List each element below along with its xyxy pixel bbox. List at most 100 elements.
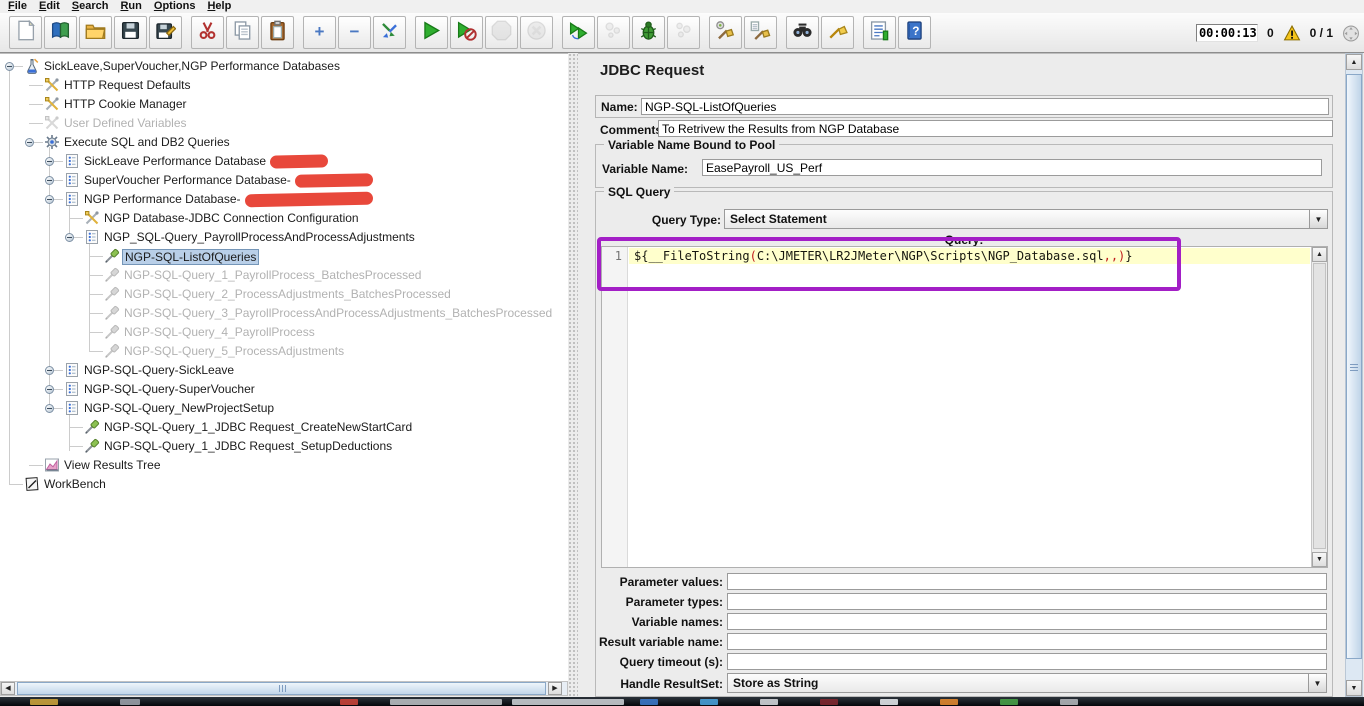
query-timeout-s-input[interactable] [727,653,1327,670]
variable-names-input[interactable] [727,613,1327,630]
variable-name-input[interactable] [702,159,1322,176]
taskbar-item[interactable] [1060,699,1078,705]
taskbar-item[interactable] [940,699,958,705]
scroll-down-icon[interactable]: ▼ [1346,680,1362,696]
taskbar-item[interactable] [390,699,502,705]
scroll-up-icon[interactable]: ▲ [1346,54,1362,70]
tree-item-view-results-tree[interactable]: View Results Tree [0,456,568,475]
function-helper-button[interactable] [863,16,896,49]
tree-item-ngp-sql-query-sickleave[interactable]: NGP-SQL-Query-SickLeave [0,361,568,380]
save-button[interactable] [114,16,147,49]
tree-item-ngp-database-jdbc-connection-configuration[interactable]: NGP Database-JDBC Connection Configurati… [0,209,568,228]
tree-collapse-handle[interactable] [65,233,74,242]
tree-collapse-handle[interactable] [45,385,54,394]
search-button[interactable] [786,16,819,49]
save-as-button[interactable] [149,16,182,49]
tree-item-sickleave-supervoucher-ngp-performance-databases[interactable]: SickLeave,SuperVoucher,NGP Performance D… [0,57,568,76]
taskbar-item[interactable] [340,699,358,705]
start-no-pauses-button[interactable] [450,16,483,49]
taskbar-item[interactable] [30,699,58,705]
menu-help[interactable]: Help [203,0,239,13]
chevron-down-icon[interactable]: ▼ [1308,674,1326,692]
tree-item-ngp-sql-query-1-jdbc-request-setupdeductions[interactable]: NGP-SQL-Query_1_JDBC Request_SetupDeduct… [0,437,568,456]
windows-taskbar[interactable] [0,697,1364,706]
cut-button[interactable] [191,16,224,49]
tree-item-ngp-sql-query-supervoucher[interactable]: NGP-SQL-Query-SuperVoucher [0,380,568,399]
help-button[interactable]: ? [898,16,931,49]
paste-button[interactable] [261,16,294,49]
open-button[interactable] [79,16,112,49]
menu-run[interactable]: Run [116,0,149,13]
taskbar-item[interactable] [1000,699,1018,705]
parameter-values-input[interactable] [727,573,1327,590]
scroll-up-icon[interactable]: ▲ [1312,247,1327,262]
editor-scroll-thumb[interactable] [1313,263,1326,549]
tree-item-workbench[interactable]: WorkBench [0,475,568,494]
tree-collapse-handle[interactable] [45,404,54,413]
remote-stop-all-button[interactable] [597,16,630,49]
chevron-down-icon[interactable]: ▼ [1309,210,1327,228]
remote-shutdown-all-button[interactable] [667,16,700,49]
tree-item-ngp-sql-query-1-jdbc-request-createnewstartcard[interactable]: NGP-SQL-Query_1_JDBC Request_CreateNewSt… [0,418,568,437]
taskbar-item[interactable] [880,699,898,705]
start-button[interactable] [415,16,448,49]
panel-vertical-scrollbar[interactable]: ▲ ▼ [1345,53,1363,697]
tree-item-ngp-sql-query-5-processadjustments[interactable]: NGP-SQL-Query_5_ProcessAdjustments [0,342,568,361]
sql-query-editor[interactable]: 1 ${__FileToString(C:\JMETER\LR2JMeter\N… [601,246,1328,568]
expand-all-button[interactable]: + [303,16,336,49]
menu-search[interactable]: Search [68,0,117,13]
tree-item-ngp-sql-query-2-processadjustments-batchesproces[interactable]: NGP-SQL-Query_2_ProcessAdjustments_Batch… [0,285,568,304]
name-input[interactable] [641,98,1329,115]
search-reset-button[interactable] [821,16,854,49]
clear-button[interactable] [709,16,742,49]
tree-item-ngp-sql-query-payrollprocessandprocessadjustment[interactable]: NGP_SQL-Query_PayrollProcessAndProcessAd… [0,228,568,247]
taskbar-item[interactable] [760,699,778,705]
tree-collapse-handle[interactable] [45,195,54,204]
tree-collapse-handle[interactable] [45,366,54,375]
panel-scroll-thumb[interactable] [1346,74,1362,659]
tree-item-execute-sql-and-db2-queries[interactable]: Execute SQL and DB2 Queries [0,133,568,152]
tree-item-http-request-defaults[interactable]: HTTP Request Defaults [0,76,568,95]
hscroll-thumb[interactable] [17,682,546,695]
query-type-select[interactable]: Select Statement ▼ [724,209,1328,229]
tree-item-ngp-sql-listofqueries[interactable]: NGP-SQL-ListOfQueries [0,247,568,266]
scroll-left-icon[interactable]: ◀ [1,682,15,695]
result-variable-name-input[interactable] [727,633,1327,650]
tree-item-supervoucher-performance-database[interactable]: SuperVoucher Performance Database- [0,171,568,190]
warning-icon[interactable] [1283,24,1301,42]
collapse-all-button[interactable]: − [338,16,371,49]
scroll-down-icon[interactable]: ▼ [1312,552,1327,567]
tree-item-http-cookie-manager[interactable]: HTTP Cookie Manager [0,95,568,114]
tree-item-sickleave-performance-database[interactable]: SickLeave Performance Database [0,152,568,171]
comments-input[interactable] [658,120,1333,137]
tree-item-ngp-sql-query-1-payrollprocess-batchesprocessed[interactable]: NGP-SQL-Query_1_PayrollProcess_BatchesPr… [0,266,568,285]
panel-splitter[interactable] [568,53,578,697]
taskbar-item[interactable] [700,699,718,705]
menu-edit[interactable]: Edit [35,0,68,13]
tree-collapse-handle[interactable] [5,62,14,71]
taskbar-item[interactable] [820,699,838,705]
tree-collapse-handle[interactable] [25,138,34,147]
menu-options[interactable]: Options [150,0,204,13]
taskbar-item[interactable] [120,699,140,705]
sql-query-text[interactable]: ${__FileToString(C:\JMETER\LR2JMeter\NGP… [634,249,1133,263]
tree-horizontal-scrollbar[interactable]: ◀ ▶ [0,681,568,696]
handle-resultset-select[interactable]: Store as String ▼ [727,673,1327,693]
templates-button[interactable] [44,16,77,49]
toggle-button[interactable] [373,16,406,49]
tree-collapse-handle[interactable] [45,157,54,166]
tree-item-user-defined-variables[interactable]: User Defined Variables [0,114,568,133]
menu-file[interactable]: File [4,0,35,13]
clear-all-button[interactable] [744,16,777,49]
taskbar-item[interactable] [512,699,624,705]
shutdown-button[interactable] [520,16,553,49]
tree-item-ngp-sql-query-3-payrollprocessandprocessadjustme[interactable]: NGP-SQL-Query_3_PayrollProcessAndProcess… [0,304,568,323]
remote-start-all-button[interactable] [562,16,595,49]
parameter-types-input[interactable] [727,593,1327,610]
taskbar-item[interactable] [640,699,658,705]
tree-item-ngp-sql-query-newprojectsetup[interactable]: NGP-SQL-Query_NewProjectSetup [0,399,568,418]
debug-start-button[interactable] [632,16,665,49]
tree-item-ngp-performance-database[interactable]: NGP Performance Database- [0,190,568,209]
stop-button[interactable] [485,16,518,49]
new-button[interactable] [9,16,42,49]
